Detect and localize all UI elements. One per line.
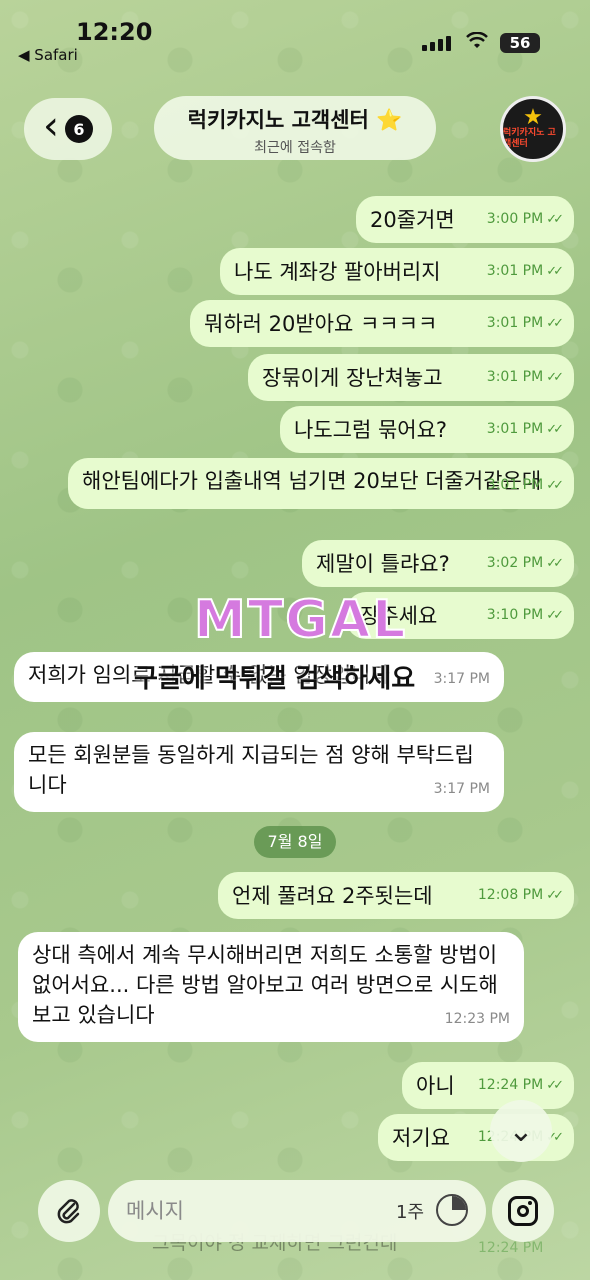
message-time: 3:17 PM bbox=[433, 781, 490, 797]
unread-badge: 6 bbox=[65, 115, 93, 143]
message-text: 아니 bbox=[416, 1074, 455, 1098]
watermark-text: 구글에 먹튀갤 검색하세요 bbox=[134, 664, 416, 694]
message-time: 3:17 PM bbox=[433, 671, 490, 687]
message-time: 3:01 PM bbox=[486, 263, 544, 279]
read-check-icon: ✓✓ bbox=[546, 422, 564, 437]
message-outgoing[interactable]: 장묶이게 장난쳐놓고 3:01 PM ✓✓ bbox=[248, 354, 574, 401]
read-check-icon: ✓✓ bbox=[546, 478, 564, 493]
message-time: 3:10 PM bbox=[486, 607, 544, 623]
battery-indicator: 56 bbox=[500, 33, 540, 53]
chat-status: 최근에 접속함 bbox=[254, 140, 336, 156]
read-check-icon: ✓✓ bbox=[546, 370, 564, 385]
message-text: 20줄거면 bbox=[370, 208, 455, 232]
message-outgoing[interactable]: 20줄거면 3:00 PM ✓✓ bbox=[356, 196, 574, 243]
star-icon: ★ bbox=[523, 105, 543, 130]
chat-header[interactable]: 럭키카지노 고객센터 ⭐ 최근에 접속함 bbox=[154, 96, 436, 160]
message-text: 나도 계좌강 팔아버리지 bbox=[234, 260, 441, 284]
message-outgoing[interactable]: 나도 계좌강 팔아버리지 3:01 PM ✓✓ bbox=[220, 248, 574, 295]
message-time: 3:00 PM bbox=[486, 211, 544, 227]
read-check-icon: ✓✓ bbox=[546, 264, 564, 279]
paperclip-icon bbox=[57, 1199, 80, 1224]
chat-title: 럭키카지노 고객센터 ⭐ bbox=[187, 108, 403, 132]
signal-icon bbox=[422, 36, 451, 51]
message-text: 나도그럼 묶어요? bbox=[294, 418, 448, 442]
message-text: 장묶이게 장난쳐놓고 bbox=[262, 366, 443, 390]
message-time: 3:01 PM bbox=[486, 315, 544, 331]
message-incoming[interactable]: 모든 회원분들 동일하게 지급되는 점 양해 부탁드립니다 3:17 PM bbox=[14, 732, 504, 812]
chevron-down-icon: ⌄ bbox=[508, 1113, 534, 1149]
message-text: 저기요 bbox=[392, 1126, 450, 1150]
date-separator: 7월 8일 bbox=[254, 826, 336, 858]
camera-button[interactable] bbox=[492, 1180, 554, 1242]
avatar-label: 럭키카지노 고객센터 bbox=[503, 128, 556, 149]
read-check-icon: ✓✓ bbox=[546, 608, 564, 623]
message-time: 3:01 PM bbox=[486, 369, 544, 385]
message-outgoing[interactable]: 나도그럼 묶어요? 3:01 PM ✓✓ bbox=[280, 406, 574, 453]
message-text: 제말이 틀랴요? bbox=[316, 552, 450, 576]
message-composer: 1주 bbox=[108, 1180, 486, 1242]
message-input[interactable] bbox=[126, 1194, 376, 1228]
read-check-icon: ✓✓ bbox=[546, 1078, 564, 1093]
message-incoming[interactable]: 상대 측에서 계속 무시해버리면 저희도 소통할 방법이 없어서요... 다른 … bbox=[18, 932, 524, 1042]
read-check-icon: ✓✓ bbox=[546, 888, 564, 903]
back-to-safari-link[interactable]: ◀ Safari bbox=[18, 46, 78, 64]
message-time: 12:23 PM bbox=[444, 1011, 510, 1027]
hidden-message-time: 12:24 PM bbox=[478, 1240, 544, 1256]
message-outgoing[interactable]: 해안팀에다가 입출내역 넘기면 20보단 더줄거같은대 3:01 PM ✓✓ bbox=[68, 458, 574, 509]
instagram-camera-icon bbox=[508, 1196, 538, 1226]
status-bar: 12:20 ◀ Safari 56 bbox=[0, 0, 590, 80]
message-outgoing[interactable]: 제말이 틀랴요? 3:02 PM ✓✓ bbox=[302, 540, 574, 587]
message-time: 3:01 PM bbox=[486, 421, 544, 437]
message-time: 3:01 PM bbox=[486, 477, 544, 493]
read-check-icon: ✓✓ bbox=[546, 556, 564, 571]
read-check-icon: ✓✓ bbox=[546, 212, 564, 227]
chevron-left-icon: ‹ bbox=[43, 103, 59, 149]
wifi-icon bbox=[466, 32, 488, 48]
timer-icon[interactable] bbox=[436, 1194, 468, 1226]
watermark-logo: MTGAL bbox=[193, 589, 408, 651]
message-time: 3:02 PM bbox=[486, 555, 544, 571]
clock: 12:20 bbox=[76, 18, 153, 46]
scroll-to-bottom-button[interactable]: ⌄ bbox=[490, 1100, 552, 1162]
message-time: 12:08 PM bbox=[477, 887, 544, 903]
read-check-icon: ✓✓ bbox=[546, 316, 564, 331]
self-destruct-timer-label[interactable]: 1주 bbox=[396, 1198, 424, 1224]
message-text: 뭐하러 20받아요 ㅋㅋㅋㅋ bbox=[204, 312, 438, 336]
message-text: 언제 풀려요 2주됫는데 bbox=[232, 884, 433, 908]
attach-button[interactable] bbox=[38, 1180, 100, 1242]
back-button[interactable]: ‹ 6 bbox=[24, 98, 112, 160]
message-time: 12:24 PM bbox=[477, 1077, 544, 1093]
message-outgoing[interactable]: 뭐하러 20받아요 ㅋㅋㅋㅋ 3:01 PM ✓✓ bbox=[190, 300, 574, 347]
message-outgoing[interactable]: 언제 풀려요 2주됫는데 12:08 PM ✓✓ bbox=[218, 872, 574, 919]
message-outgoing[interactable]: 아니 12:24 PM ✓✓ bbox=[402, 1062, 574, 1109]
avatar[interactable]: ★ 럭키카지노 고객센터 bbox=[500, 96, 566, 162]
